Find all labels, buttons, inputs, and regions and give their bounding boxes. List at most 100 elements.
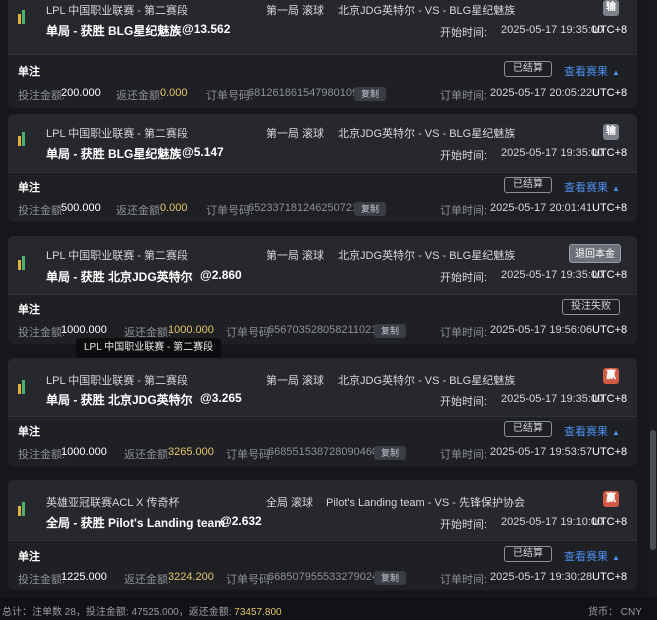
match-teams: 北京JDG英特尔 - VS - BLG星纪魅族 bbox=[338, 250, 516, 262]
order-time-label: 订单时间: bbox=[440, 90, 488, 102]
order-no: 668551538728090460 bbox=[268, 446, 379, 458]
bet-card-2: LPL 中国职业联赛 - 第二赛段 第一局 滚球 北京JDG英特尔 - VS -… bbox=[8, 114, 637, 222]
bet-card-header: 英雄亚冠联赛ACL X 传奇杯 全局 滚球 Pilot's Landing te… bbox=[8, 480, 637, 531]
stake-amount: 500.000 bbox=[61, 202, 101, 214]
return-label: 返还金额: bbox=[124, 449, 172, 461]
bet-card-header: LPL 中国职业联赛 - 第二赛段 第一局 滚球 北京JDG英特尔 - VS -… bbox=[8, 114, 637, 162]
return-amount: 0.000 bbox=[160, 202, 188, 214]
stake-label: 投注金额: bbox=[18, 574, 66, 586]
status-button[interactable]: 已结算 bbox=[504, 546, 552, 562]
timezone: UTC+8 bbox=[592, 324, 628, 336]
start-time: 2025-05-17 19:35:00 bbox=[501, 393, 604, 405]
result-badge: 赢 bbox=[603, 491, 619, 507]
return-amount: 1000.000 bbox=[168, 324, 214, 336]
return-amount: 3224.200 bbox=[168, 571, 214, 583]
status-button[interactable]: 投注失败 bbox=[562, 299, 620, 315]
start-time: 2025-05-17 19:10:00 bbox=[501, 516, 604, 528]
order-time: 2025-05-17 20:05:22 bbox=[490, 87, 593, 99]
currency: 货币： CNY bbox=[588, 607, 642, 618]
league-tooltip: LPL 中国职业联赛 - 第二赛段 bbox=[76, 338, 222, 358]
scrollbar-track[interactable] bbox=[649, 0, 657, 598]
bet-odds: @13.562 bbox=[182, 22, 231, 36]
league-icon bbox=[18, 502, 28, 516]
copy-button[interactable]: 复制 bbox=[374, 446, 407, 460]
bet-card-footer: 单注 已结算 查看赛果 ▲ 投注金额: 1000.000 返还金额: 3265.0… bbox=[8, 416, 637, 466]
league-icon bbox=[18, 380, 28, 394]
start-time-label: 开始时间: bbox=[440, 27, 488, 39]
stake-label: 投注金额: bbox=[18, 449, 66, 461]
match-teams: Pilot's Landing team - VS - 先锋保护协会 bbox=[326, 497, 525, 509]
status-button[interactable]: 已结算 bbox=[504, 177, 552, 193]
result-badge: 输 bbox=[603, 0, 619, 16]
status-button[interactable]: 已结算 bbox=[504, 421, 552, 437]
bet-card-header: LPL 中国职业联赛 - 第二赛段 第一局 滚球 北京JDG英特尔 - VS -… bbox=[8, 358, 637, 408]
result-badge: 输 bbox=[603, 124, 619, 140]
bet-card-3: LPL 中国职业联赛 - 第二赛段 第一局 滚球 北京JDG英特尔 - VS -… bbox=[8, 236, 637, 344]
start-time: 2025-05-17 19:35:00 bbox=[501, 147, 604, 159]
view-result-link[interactable]: 查看赛果 ▲ bbox=[564, 179, 620, 195]
summary-footer: 总计：注单数 28，投注金额: 47525.000，返还金额: 73457.80… bbox=[0, 598, 657, 620]
return-amount: 0.000 bbox=[160, 87, 188, 99]
market-type: 第一局 滚球 bbox=[266, 250, 325, 262]
view-result-link[interactable]: 查看赛果 ▲ bbox=[564, 548, 620, 564]
bet-card-footer: 单注 已结算 查看赛果 ▲ 投注金额: 200.000 返还金额: 0.000 订… bbox=[8, 54, 637, 108]
start-time-label: 开始时间: bbox=[440, 396, 488, 408]
bet-card-header: LPL 中国职业联赛 - 第二赛段 第一局 滚球 北京JDG英特尔 - VS -… bbox=[8, 0, 637, 48]
timezone: UTC+8 bbox=[592, 269, 628, 281]
stake-amount: 1000.000 bbox=[61, 324, 107, 336]
timezone: UTC+8 bbox=[592, 87, 628, 99]
chevron-up-icon: ▲ bbox=[612, 428, 620, 437]
match-teams: 北京JDG英特尔 - VS - BLG星纪魅族 bbox=[338, 5, 516, 17]
bet-odds: @5.147 bbox=[182, 145, 224, 159]
status-button[interactable]: 已结算 bbox=[504, 61, 552, 77]
timezone: UTC+8 bbox=[592, 24, 628, 36]
stake-label: 投注金额: bbox=[18, 90, 66, 102]
start-time-label: 开始时间: bbox=[440, 150, 488, 162]
return-label: 返还金额: bbox=[116, 90, 164, 102]
copy-button[interactable]: 复制 bbox=[374, 324, 407, 338]
return-label: 返还金额: bbox=[124, 574, 172, 586]
copy-button[interactable]: 复制 bbox=[354, 202, 387, 216]
bet-card-footer: 单注 投注失败 投注金额: 1000.000 返还金额: 1000.000 订单… bbox=[8, 294, 637, 344]
view-result-link[interactable]: 查看赛果 ▲ bbox=[564, 423, 620, 439]
league-icon bbox=[18, 256, 28, 270]
stake-amount: 1000.000 bbox=[61, 446, 107, 458]
league-name: LPL 中国职业联赛 - 第二赛段 bbox=[46, 250, 188, 262]
order-no: 652337181246250721 bbox=[248, 202, 359, 214]
order-no: 668507955533279024 bbox=[268, 571, 379, 583]
total-return: 73457.800 bbox=[234, 607, 282, 618]
bet-card-footer: 单注 已结算 查看赛果 ▲ 投注金额: 1225.000 返还金额: 3224.2… bbox=[8, 540, 637, 590]
scrollbar-thumb[interactable] bbox=[650, 430, 656, 550]
bet-selection: 单局 - 获胜 北京JDG英特尔 bbox=[46, 270, 193, 284]
bet-odds: @2.632 bbox=[220, 514, 262, 528]
timezone: UTC+8 bbox=[592, 446, 628, 458]
refund-badge: 退回本金 bbox=[569, 244, 621, 263]
copy-button[interactable]: 复制 bbox=[354, 87, 387, 101]
stake-label: 投注金额: bbox=[18, 205, 66, 217]
league-name: LPL 中国职业联赛 - 第二赛段 bbox=[46, 5, 188, 17]
league-icon bbox=[18, 132, 28, 146]
league-name: LPL 中国职业联赛 - 第二赛段 bbox=[46, 375, 188, 387]
stake-label: 投注金额: bbox=[18, 327, 66, 339]
match-teams: 北京JDG英特尔 - VS - BLG星纪魅族 bbox=[338, 128, 516, 140]
market-type: 第一局 滚球 bbox=[266, 5, 325, 17]
timezone: UTC+8 bbox=[592, 147, 628, 159]
bet-selection: 单局 - 获胜 北京JDG英特尔 bbox=[46, 393, 193, 407]
order-time: 2025-05-17 19:56:06 bbox=[490, 324, 593, 336]
bet-card-4: LPL 中国职业联赛 - 第二赛段 第一局 滚球 北京JDG英特尔 - VS -… bbox=[8, 358, 637, 466]
order-time: 2025-05-17 19:30:28 bbox=[490, 571, 593, 583]
bet-type: 单注 bbox=[18, 551, 40, 563]
league-name: 英雄亚冠联赛ACL X 传奇杯 bbox=[46, 497, 180, 509]
order-time-label: 订单时间: bbox=[440, 449, 488, 461]
view-result-link[interactable]: 查看赛果 ▲ bbox=[564, 63, 620, 79]
bet-card-5: 英雄亚冠联赛ACL X 传奇杯 全局 滚球 Pilot's Landing te… bbox=[8, 480, 637, 590]
bet-selection: 单局 - 获胜 BLG星纪魅族 bbox=[46, 24, 182, 38]
return-label: 返还金额: bbox=[116, 205, 164, 217]
result-badge: 赢 bbox=[603, 368, 619, 384]
timezone: UTC+8 bbox=[592, 202, 628, 214]
order-no: 656703528058211021 bbox=[268, 324, 378, 336]
market-type: 全局 滚球 bbox=[266, 497, 314, 509]
chevron-up-icon: ▲ bbox=[612, 553, 620, 562]
copy-button[interactable]: 复制 bbox=[374, 571, 407, 585]
bet-type: 单注 bbox=[18, 304, 40, 316]
